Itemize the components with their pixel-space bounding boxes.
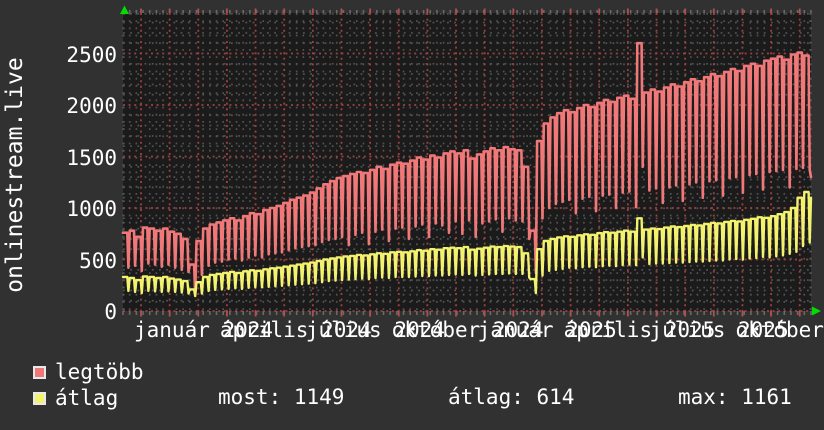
stat-most: most: 1149 [218, 387, 344, 408]
y-tick-label: 2000 [37, 96, 117, 117]
y-tick-label: 2500 [37, 45, 117, 66]
y-tick-label: 500 [37, 251, 117, 272]
y-tick-label: 1000 [37, 199, 117, 220]
legend-label-max: legtöbb [55, 362, 144, 383]
stat-max: max: 1161 [678, 387, 792, 408]
y-axis-arrow-icon [120, 6, 129, 15]
x-tick-label: október 2025 [735, 320, 824, 341]
legend-label-avg: átlag [55, 388, 118, 409]
legend-swatch-avg [33, 392, 46, 405]
y-tick-label: 1500 [37, 148, 117, 169]
y-axis-title: onlinestream.live [2, 15, 28, 335]
x-axis-arrow-icon [812, 307, 821, 316]
y-tick-label: 0 [37, 302, 117, 323]
legend-swatch-max [33, 366, 46, 379]
stat-atlag: átlag: 614 [448, 387, 574, 408]
